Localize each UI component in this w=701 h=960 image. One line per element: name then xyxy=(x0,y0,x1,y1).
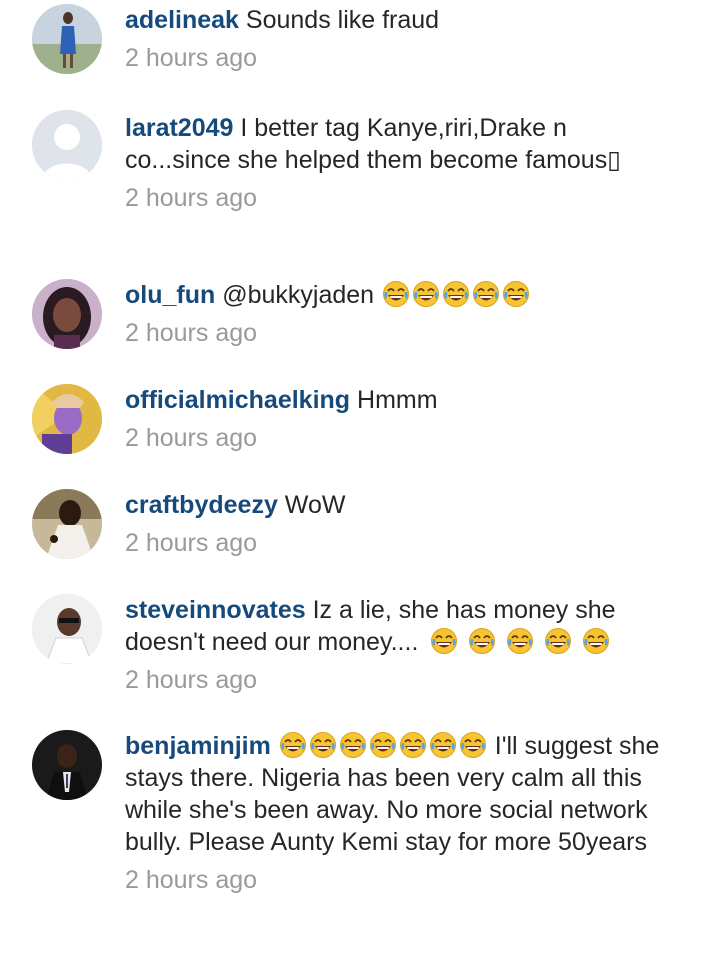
face-with-tears-of-joy-icon xyxy=(430,627,458,655)
avatar[interactable] xyxy=(32,279,102,349)
comment-text: olu_fun @bukkyjaden xyxy=(125,279,661,311)
timestamp: 2 hours ago xyxy=(125,424,258,452)
comment-body-prefix xyxy=(271,732,278,760)
face-with-tears-of-joy-icon xyxy=(399,731,427,759)
face-with-tears-of-joy-icon xyxy=(459,731,487,759)
face-with-tears-of-joy-icon xyxy=(582,627,610,655)
face-with-tears-of-joy-icon xyxy=(309,731,337,759)
timestamp: 2 hours ago xyxy=(125,44,258,72)
face-with-tears-of-joy-icon xyxy=(339,731,367,759)
comment-body: @bukkyjaden xyxy=(215,281,382,309)
comment-body: Hmmm xyxy=(350,386,438,414)
emoji-group xyxy=(278,732,488,760)
username-link[interactable]: steveinnovates xyxy=(125,596,306,624)
comment-body: Sounds like fraud xyxy=(238,6,440,34)
comment-text: craftbydeezy WoW xyxy=(125,489,661,521)
username-link[interactable]: benjaminjim xyxy=(125,732,271,760)
timestamp: 2 hours ago xyxy=(125,866,258,894)
emoji-group xyxy=(381,281,531,309)
comment-text: larat2049 I better tag Kanye,riri,Drake … xyxy=(125,112,661,176)
face-with-tears-of-joy-icon xyxy=(442,280,470,308)
avatar[interactable] xyxy=(32,730,102,800)
face-with-tears-of-joy-icon xyxy=(544,627,572,655)
comment-text: officialmichaelking Hmmm xyxy=(125,384,661,416)
face-with-tears-of-joy-icon xyxy=(502,280,530,308)
timestamp: 2 hours ago xyxy=(125,184,258,212)
avatar[interactable] xyxy=(32,4,102,74)
face-with-tears-of-joy-icon xyxy=(468,627,496,655)
username-link[interactable]: officialmichaelking xyxy=(125,386,350,414)
timestamp: 2 hours ago xyxy=(125,666,258,694)
avatar[interactable] xyxy=(32,594,102,664)
face-with-tears-of-joy-icon xyxy=(429,731,457,759)
timestamp: 2 hours ago xyxy=(125,529,258,557)
face-with-tears-of-joy-icon xyxy=(472,280,500,308)
emoji-group xyxy=(425,628,615,656)
comment-text: adelineak Sounds like fraud xyxy=(125,4,661,36)
username-link[interactable]: craftbydeezy xyxy=(125,491,278,519)
username-link[interactable]: adelineak xyxy=(125,6,239,34)
face-with-tears-of-joy-icon xyxy=(412,280,440,308)
username-link[interactable]: olu_fun xyxy=(125,281,215,309)
comment-body: WoW xyxy=(277,491,346,519)
comment-text: steveinnovates Iz a lie, she has money s… xyxy=(125,594,661,658)
avatar[interactable] xyxy=(32,489,102,559)
username-link[interactable]: larat2049 xyxy=(125,114,233,142)
avatar[interactable] xyxy=(32,384,102,454)
face-with-tears-of-joy-icon xyxy=(369,731,397,759)
face-with-tears-of-joy-icon xyxy=(279,731,307,759)
face-with-tears-of-joy-icon xyxy=(506,627,534,655)
timestamp: 2 hours ago xyxy=(125,319,258,347)
face-with-tears-of-joy-icon xyxy=(382,280,410,308)
comment-text: benjaminjim I'll suggest she stays there… xyxy=(125,730,661,858)
avatar-placeholder-icon[interactable] xyxy=(32,110,102,180)
